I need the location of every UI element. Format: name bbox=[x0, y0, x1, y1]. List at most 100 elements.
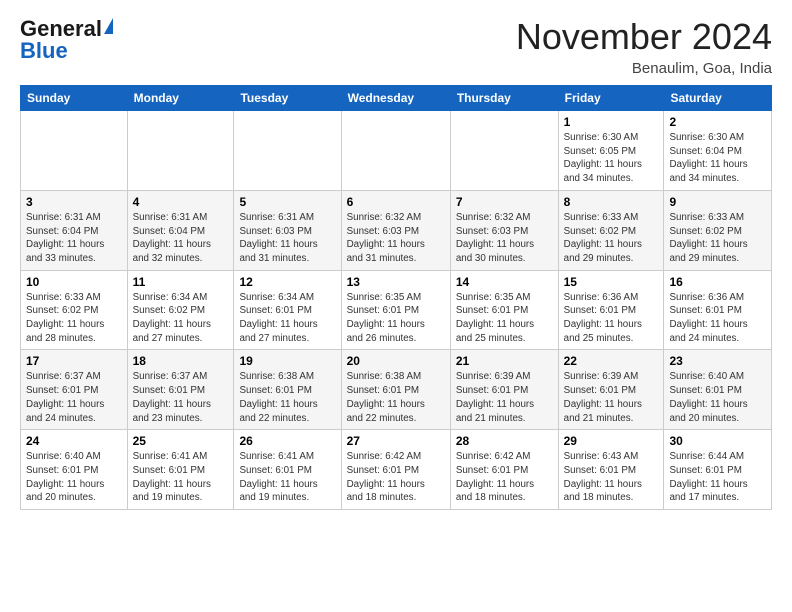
header: General Blue November 2024 Benaulim, Goa… bbox=[20, 16, 772, 77]
day-cell-27: 27 Sunrise: 6:42 AMSunset: 6:01 PMDayligh… bbox=[341, 430, 450, 510]
day-number-8: 8 bbox=[564, 195, 659, 209]
day-number-30: 30 bbox=[669, 434, 766, 448]
day-info-22: Sunrise: 6:39 AMSunset: 6:01 PMDaylight:… bbox=[564, 370, 659, 425]
day-number-2: 2 bbox=[669, 115, 766, 129]
day-info-3: Sunrise: 6:31 AMSunset: 6:04 PMDaylight:… bbox=[26, 211, 122, 266]
day-info-2: Sunrise: 6:30 AMSunset: 6:04 PMDaylight:… bbox=[669, 131, 766, 186]
weekday-saturday: Saturday bbox=[664, 86, 772, 111]
day-number-16: 16 bbox=[669, 275, 766, 289]
day-info-8: Sunrise: 6:33 AMSunset: 6:02 PMDaylight:… bbox=[564, 211, 659, 266]
day-cell-25: 25 Sunrise: 6:41 AMSunset: 6:01 PMDayligh… bbox=[127, 430, 234, 510]
calendar-table: SundayMondayTuesdayWednesdayThursdayFrid… bbox=[20, 85, 772, 510]
page: General Blue November 2024 Benaulim, Goa… bbox=[0, 0, 792, 526]
weekday-tuesday: Tuesday bbox=[234, 86, 341, 111]
day-cell-16: 16 Sunrise: 6:36 AMSunset: 6:01 PMDayligh… bbox=[664, 270, 772, 350]
day-cell-26: 26 Sunrise: 6:41 AMSunset: 6:01 PMDayligh… bbox=[234, 430, 341, 510]
logo-triangle bbox=[104, 18, 113, 34]
day-info-25: Sunrise: 6:41 AMSunset: 6:01 PMDaylight:… bbox=[133, 450, 229, 505]
empty-cell bbox=[127, 111, 234, 191]
day-cell-20: 20 Sunrise: 6:38 AMSunset: 6:01 PMDayligh… bbox=[341, 350, 450, 430]
day-info-24: Sunrise: 6:40 AMSunset: 6:01 PMDaylight:… bbox=[26, 450, 122, 505]
day-number-4: 4 bbox=[133, 195, 229, 209]
day-cell-19: 19 Sunrise: 6:38 AMSunset: 6:01 PMDayligh… bbox=[234, 350, 341, 430]
day-cell-11: 11Sunrise: 6:34 AMSunset: 6:02 PMDayligh… bbox=[127, 270, 234, 350]
day-number-10: 10 bbox=[26, 275, 122, 289]
weekday-header-row: SundayMondayTuesdayWednesdayThursdayFrid… bbox=[21, 86, 772, 111]
day-info-12: Sunrise: 6:34 AMSunset: 6:01 PMDaylight:… bbox=[239, 291, 335, 346]
day-number-20: 20 bbox=[347, 354, 445, 368]
day-info-9: Sunrise: 6:33 AMSunset: 6:02 PMDaylight:… bbox=[669, 211, 766, 266]
day-cell-8: 8 Sunrise: 6:33 AMSunset: 6:02 PMDaylight… bbox=[558, 190, 664, 270]
day-info-30: Sunrise: 6:44 AMSunset: 6:01 PMDaylight:… bbox=[669, 450, 766, 505]
day-number-11: 11 bbox=[133, 275, 229, 289]
day-cell-3: 3 Sunrise: 6:31 AMSunset: 6:04 PMDaylight… bbox=[21, 190, 128, 270]
day-cell-1: 1Sunrise: 6:30 AMSunset: 6:05 PMDaylight… bbox=[558, 111, 664, 191]
day-info-23: Sunrise: 6:40 AMSunset: 6:01 PMDaylight:… bbox=[669, 370, 766, 425]
day-cell-21: 21 Sunrise: 6:39 AMSunset: 6:01 PMDayligh… bbox=[450, 350, 558, 430]
day-number-25: 25 bbox=[133, 434, 229, 448]
day-cell-4: 4 Sunrise: 6:31 AMSunset: 6:04 PMDaylight… bbox=[127, 190, 234, 270]
day-number-6: 6 bbox=[347, 195, 445, 209]
day-info-19: Sunrise: 6:38 AMSunset: 6:01 PMDaylight:… bbox=[239, 370, 335, 425]
location-subtitle: Benaulim, Goa, India bbox=[516, 60, 772, 77]
day-number-9: 9 bbox=[669, 195, 766, 209]
week-row-1: 1Sunrise: 6:30 AMSunset: 6:05 PMDaylight… bbox=[21, 111, 772, 191]
day-info-14: Sunrise: 6:35 AMSunset: 6:01 PMDaylight:… bbox=[456, 291, 553, 346]
day-info-1: Sunrise: 6:30 AMSunset: 6:05 PMDaylight:… bbox=[564, 131, 659, 186]
month-title: November 2024 bbox=[516, 16, 772, 58]
day-number-22: 22 bbox=[564, 354, 659, 368]
day-number-21: 21 bbox=[456, 354, 553, 368]
day-cell-9: 9 Sunrise: 6:33 AMSunset: 6:02 PMDaylight… bbox=[664, 190, 772, 270]
empty-cell bbox=[234, 111, 341, 191]
day-number-7: 7 bbox=[456, 195, 553, 209]
week-row-2: 3 Sunrise: 6:31 AMSunset: 6:04 PMDaylight… bbox=[21, 190, 772, 270]
day-info-21: Sunrise: 6:39 AMSunset: 6:01 PMDaylight:… bbox=[456, 370, 553, 425]
day-number-23: 23 bbox=[669, 354, 766, 368]
day-info-20: Sunrise: 6:38 AMSunset: 6:01 PMDaylight:… bbox=[347, 370, 445, 425]
day-info-27: Sunrise: 6:42 AMSunset: 6:01 PMDaylight:… bbox=[347, 450, 445, 505]
day-info-16: Sunrise: 6:36 AMSunset: 6:01 PMDaylight:… bbox=[669, 291, 766, 346]
day-number-12: 12 bbox=[239, 275, 335, 289]
day-number-15: 15 bbox=[564, 275, 659, 289]
day-cell-12: 12 Sunrise: 6:34 AMSunset: 6:01 PMDayligh… bbox=[234, 270, 341, 350]
day-number-27: 27 bbox=[347, 434, 445, 448]
week-row-4: 17 Sunrise: 6:37 AMSunset: 6:01 PMDayligh… bbox=[21, 350, 772, 430]
day-info-13: Sunrise: 6:35 AMSunset: 6:01 PMDaylight:… bbox=[347, 291, 445, 346]
day-cell-10: 10 Sunrise: 6:33 AMSunset: 6:02 PMDayligh… bbox=[21, 270, 128, 350]
empty-cell bbox=[450, 111, 558, 191]
week-row-5: 24 Sunrise: 6:40 AMSunset: 6:01 PMDayligh… bbox=[21, 430, 772, 510]
day-number-13: 13 bbox=[347, 275, 445, 289]
day-info-6: Sunrise: 6:32 AMSunset: 6:03 PMDaylight:… bbox=[347, 211, 445, 266]
day-number-3: 3 bbox=[26, 195, 122, 209]
empty-cell bbox=[341, 111, 450, 191]
day-number-19: 19 bbox=[239, 354, 335, 368]
day-cell-23: 23 Sunrise: 6:40 AMSunset: 6:01 PMDayligh… bbox=[664, 350, 772, 430]
day-cell-22: 22 Sunrise: 6:39 AMSunset: 6:01 PMDayligh… bbox=[558, 350, 664, 430]
day-cell-5: 5 Sunrise: 6:31 AMSunset: 6:03 PMDaylight… bbox=[234, 190, 341, 270]
day-number-14: 14 bbox=[456, 275, 553, 289]
day-number-29: 29 bbox=[564, 434, 659, 448]
day-info-4: Sunrise: 6:31 AMSunset: 6:04 PMDaylight:… bbox=[133, 211, 229, 266]
logo-blue: Blue bbox=[20, 38, 68, 64]
day-number-18: 18 bbox=[133, 354, 229, 368]
day-number-28: 28 bbox=[456, 434, 553, 448]
day-cell-24: 24 Sunrise: 6:40 AMSunset: 6:01 PMDayligh… bbox=[21, 430, 128, 510]
day-number-5: 5 bbox=[239, 195, 335, 209]
day-info-26: Sunrise: 6:41 AMSunset: 6:01 PMDaylight:… bbox=[239, 450, 335, 505]
day-number-26: 26 bbox=[239, 434, 335, 448]
day-cell-18: 18 Sunrise: 6:37 AMSunset: 6:01 PMDayligh… bbox=[127, 350, 234, 430]
day-cell-7: 7Sunrise: 6:32 AMSunset: 6:03 PMDaylight… bbox=[450, 190, 558, 270]
day-info-5: Sunrise: 6:31 AMSunset: 6:03 PMDaylight:… bbox=[239, 211, 335, 266]
day-info-18: Sunrise: 6:37 AMSunset: 6:01 PMDaylight:… bbox=[133, 370, 229, 425]
day-cell-6: 6 Sunrise: 6:32 AMSunset: 6:03 PMDaylight… bbox=[341, 190, 450, 270]
day-number-24: 24 bbox=[26, 434, 122, 448]
day-cell-15: 15Sunrise: 6:36 AMSunset: 6:01 PMDayligh… bbox=[558, 270, 664, 350]
day-cell-30: 30 Sunrise: 6:44 AMSunset: 6:01 PMDayligh… bbox=[664, 430, 772, 510]
day-number-17: 17 bbox=[26, 354, 122, 368]
day-cell-13: 13 Sunrise: 6:35 AMSunset: 6:01 PMDayligh… bbox=[341, 270, 450, 350]
logo: General Blue bbox=[20, 16, 113, 64]
day-cell-29: 29Sunrise: 6:43 AMSunset: 6:01 PMDayligh… bbox=[558, 430, 664, 510]
day-cell-2: 2 Sunrise: 6:30 AMSunset: 6:04 PMDaylight… bbox=[664, 111, 772, 191]
day-info-10: Sunrise: 6:33 AMSunset: 6:02 PMDaylight:… bbox=[26, 291, 122, 346]
day-info-28: Sunrise: 6:42 AMSunset: 6:01 PMDaylight:… bbox=[456, 450, 553, 505]
